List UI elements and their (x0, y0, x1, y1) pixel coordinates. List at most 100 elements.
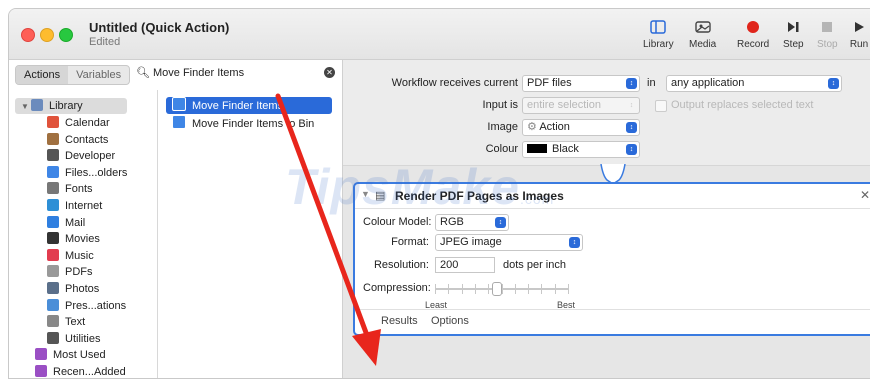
popup-arrows-icon: ↕ (495, 217, 506, 228)
library-category-item[interactable]: Pres...ations (47, 298, 126, 314)
utilities-icon (47, 331, 59, 344)
library-category-item[interactable]: Utilities (47, 331, 100, 347)
library-category-item[interactable]: Calendar (47, 115, 110, 131)
library-root-item[interactable]: ▼ Library (15, 98, 127, 114)
library-category-label: Mail (65, 216, 86, 229)
colour-label: Colour (485, 143, 518, 155)
stop-button[interactable]: Stop (817, 17, 838, 50)
library-category-item[interactable]: PDFs (47, 264, 93, 280)
input-is-value: entire selection (527, 99, 601, 111)
results-tab[interactable]: Results (381, 315, 418, 327)
smart-group-item[interactable]: Most Used (35, 347, 106, 363)
options-tab[interactable]: Options (431, 315, 469, 327)
library-category-item[interactable]: Developer (47, 148, 115, 164)
application-value: any application (671, 77, 745, 89)
library-category-item[interactable]: Contacts (47, 132, 108, 148)
library-category-label: Internet (65, 200, 103, 212)
compression-slider[interactable] (435, 282, 569, 296)
image-label: Image (487, 121, 518, 133)
library-category-item[interactable]: Internet (47, 198, 102, 214)
input-is-popup[interactable]: entire selection ↕ (522, 97, 640, 114)
library-category-item[interactable]: Fonts (47, 181, 93, 197)
library-category-label: Music (65, 249, 94, 262)
run-button[interactable]: Run (849, 17, 869, 50)
library-pane: Actions Variables 🔍︎ Move Finder Items ✕… (9, 60, 343, 378)
library-category-label: Contacts (65, 133, 109, 146)
collapse-triangle-icon[interactable]: ▼ (361, 189, 370, 199)
title-bar: Untitled (Quick Action) Edited Library M… (9, 9, 870, 60)
format-label: Format: (391, 236, 429, 248)
record-button[interactable]: Record (737, 17, 769, 50)
format-popup[interactable]: JPEG image ↕ (435, 234, 583, 251)
library-category-label: Utilities (65, 332, 101, 345)
action-title: Render PDF Pages as Images (395, 189, 564, 203)
minimize-window-button[interactable] (40, 28, 54, 42)
library-button[interactable]: Library (643, 17, 674, 50)
output-replaces-label: Output replaces selected text (671, 99, 814, 111)
colour-model-popup[interactable]: RGB ↕ (435, 214, 509, 231)
library-category-item[interactable]: Photos (47, 281, 99, 297)
library-category-item[interactable]: Music (47, 248, 94, 264)
search-input[interactable]: 🔍︎ Move Finder Items ✕ (129, 64, 339, 82)
step-label: Step (783, 39, 804, 50)
step-button[interactable]: Step (783, 17, 804, 50)
library-category-item[interactable]: Movies (47, 231, 100, 247)
render-pdf-action-card: ▼ ▤ Render PDF Pages as Images ✕ Colour … (353, 182, 870, 336)
application-popup[interactable]: any application ↕ (666, 75, 842, 92)
zoom-window-button[interactable] (59, 28, 73, 42)
input-is-label: Input is (482, 99, 518, 111)
media-button[interactable]: Media (689, 17, 716, 50)
action-footer: Results Options (355, 309, 870, 334)
stop-icon (822, 22, 833, 32)
output-replaces-checkbox[interactable] (655, 100, 667, 112)
colour-popup[interactable]: Black ↕ (522, 141, 640, 158)
disclosure-down-icon[interactable]: ▼ (21, 99, 31, 115)
window-subtitle: Edited (89, 36, 121, 48)
clear-search-icon[interactable]: ✕ (324, 67, 335, 78)
receives-popup[interactable]: PDF files ↕ (522, 75, 640, 92)
developer-icon (47, 149, 59, 162)
internet-icon (47, 199, 59, 211)
step-icon (788, 22, 799, 32)
play-icon (855, 22, 864, 32)
library-icon (650, 20, 667, 34)
popup-arrows-icon: ↕ (629, 102, 634, 109)
smart-group-label: Most Used (53, 349, 106, 362)
finder-icon (172, 115, 186, 129)
library-folder-icon (31, 99, 43, 111)
close-window-button[interactable] (21, 28, 35, 42)
popup-arrows-icon: ↕ (626, 78, 637, 89)
action-result-item[interactable]: Move Finder Items to Bin (166, 115, 314, 132)
music-icon (47, 248, 59, 261)
tab-variables[interactable]: Variables (68, 66, 129, 84)
action-result-item[interactable]: Move Finder Items (166, 97, 332, 114)
smart-folder-icon (35, 348, 47, 361)
action-results-list: Move Finder Items Move Finder Items to Bi… (158, 90, 342, 378)
library-category-item[interactable]: Text (47, 314, 85, 330)
pdf-icon (47, 265, 59, 278)
remove-action-icon[interactable]: ✕ (860, 188, 870, 202)
compression-label: Compression: (363, 282, 431, 294)
library-category-item[interactable]: Mail (47, 215, 85, 231)
media-label: Media (689, 39, 717, 50)
tab-actions[interactable]: Actions (16, 66, 69, 84)
photos-icon (47, 282, 59, 294)
library-category-label: PDFs (65, 266, 93, 279)
slider-knob[interactable] (492, 282, 502, 296)
library-category-label: Fonts (65, 183, 93, 196)
popup-arrows-icon: ↕ (828, 78, 839, 89)
library-category-label: Files...olders (65, 166, 128, 179)
library-root-label: Library (49, 100, 83, 112)
colour-model-value: RGB (440, 216, 464, 228)
search-icon: 🔍︎ (136, 67, 150, 79)
image-value: Action (539, 121, 570, 133)
colour-swatch (527, 144, 547, 153)
image-popup[interactable]: ⚙︎ Action ↕ (522, 119, 640, 136)
action-connector (600, 164, 626, 184)
finder-icon (172, 97, 186, 111)
library-category-item[interactable]: Files...olders (47, 165, 127, 181)
action-header: ▼ ▤ Render PDF Pages as Images ✕ (355, 184, 870, 209)
resolution-field[interactable]: 200 (435, 257, 495, 273)
popup-arrows-icon: ↕ (626, 122, 637, 133)
library-category-label: Developer (65, 150, 116, 163)
